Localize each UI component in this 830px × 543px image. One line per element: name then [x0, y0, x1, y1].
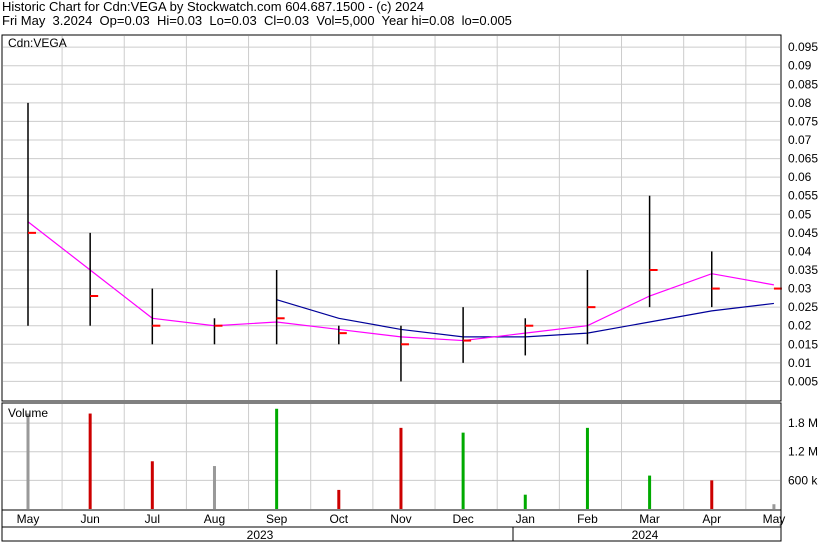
- month-label: Jul: [145, 512, 160, 526]
- month-label: Dec: [452, 512, 473, 526]
- price-tick-label: 0.015: [788, 337, 818, 351]
- volume-bar: [461, 432, 465, 509]
- month-label: Jun: [80, 512, 99, 526]
- volume-bar: [710, 480, 714, 509]
- volume-bars: [26, 408, 776, 509]
- volume-bar: [275, 408, 279, 509]
- price-grid: [3, 36, 780, 509]
- volume-bar: [399, 427, 403, 509]
- price-tick-label: 0.09: [788, 59, 812, 73]
- volume-grid: [3, 422, 780, 481]
- price-tick-label: 0.05: [788, 207, 812, 221]
- volume-bar: [150, 461, 154, 509]
- chart-frames: [1, 34, 782, 542]
- moving-average-short: [27, 221, 775, 342]
- price-panel-frame: [1, 34, 782, 402]
- price-tick-label: 0.005: [788, 374, 818, 388]
- volume-tick-label: 1.2 M: [788, 445, 818, 459]
- month-label: Aug: [204, 512, 225, 526]
- month-label: Nov: [390, 512, 411, 526]
- volume-bar: [585, 427, 589, 509]
- price-tick-label: 0.02: [788, 319, 812, 333]
- price-tick-label: 0.01: [788, 356, 812, 370]
- year-label: 2023: [247, 528, 274, 542]
- volume-tick-label: 1.8 M: [788, 416, 818, 430]
- price-y-axis-labels: 0.095 0.09 0.085 0.08 0.075 0.07 0.065 0.06 0.05…: [788, 40, 818, 388]
- price-tick-label: 0.07: [788, 133, 812, 147]
- month-label: Oct: [329, 512, 348, 526]
- volume-bar: [772, 504, 776, 509]
- price-tick-label: 0.075: [788, 114, 818, 128]
- volume-tick-label: 600 k: [788, 473, 818, 487]
- volume-y-axis-labels: 1.8 M 1.2 M 600 k: [788, 416, 818, 487]
- volume-panel-frame: [1, 402, 782, 511]
- stock-chart: Cdn:VEGA Volume 0.0950.090.0850.080.0750…: [1, 34, 818, 542]
- price-bars: [27, 102, 782, 382]
- volume-bar: [212, 466, 216, 509]
- price-tick-label: 0.055: [788, 189, 818, 203]
- price-tick-label: 0.025: [788, 300, 818, 314]
- price-tick-label: 0.045: [788, 226, 818, 240]
- month-label: Sep: [266, 512, 288, 526]
- price-tick-label: 0.06: [788, 170, 812, 184]
- price-tick-label: 0.095: [788, 40, 818, 54]
- ma-short-line: [27, 221, 775, 342]
- volume-bar: [523, 494, 527, 509]
- price-tick-label: 0.03: [788, 282, 812, 296]
- month-label: Apr: [702, 512, 721, 526]
- month-label: May: [763, 512, 786, 526]
- volume-bar: [337, 489, 341, 509]
- price-tick-label: 0.08: [788, 96, 812, 110]
- volume-bar: [26, 413, 30, 509]
- volume-bar: [648, 475, 652, 509]
- month-label: Jan: [516, 512, 535, 526]
- price-tick-label: 0.065: [788, 152, 818, 166]
- volume-panel-title: Volume: [8, 406, 48, 420]
- price-tick-label: 0.04: [788, 244, 812, 258]
- price-panel-title: Cdn:VEGA: [8, 36, 67, 50]
- price-tick-label: 0.085: [788, 77, 818, 91]
- volume-bar: [88, 413, 92, 509]
- year-label: 2024: [632, 528, 659, 542]
- month-label: Feb: [577, 512, 598, 526]
- price-tick-label: 0.035: [788, 263, 818, 277]
- month-label: May: [17, 512, 40, 526]
- month-label: Mar: [639, 512, 660, 526]
